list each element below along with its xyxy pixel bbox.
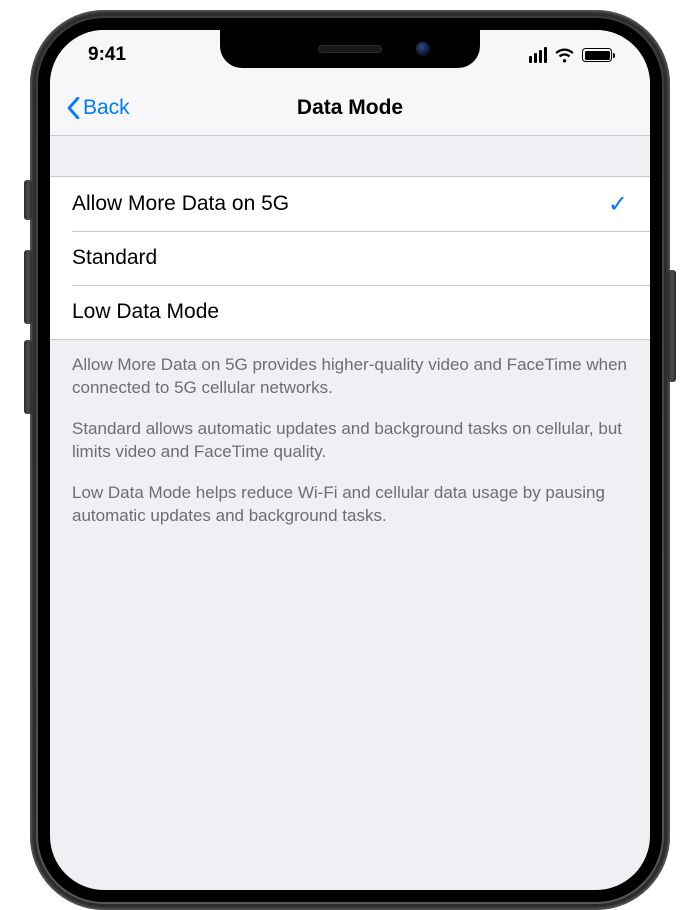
volume-up-button bbox=[24, 250, 32, 324]
option-label: Low Data Mode bbox=[72, 300, 219, 324]
back-button[interactable]: Back bbox=[50, 96, 130, 120]
cellular-signal-icon bbox=[529, 47, 548, 63]
option-label: Allow More Data on 5G bbox=[72, 192, 289, 216]
volume-down-button bbox=[24, 340, 32, 414]
back-label: Back bbox=[83, 96, 130, 120]
screen: 9:41 Bac bbox=[50, 30, 650, 890]
earpiece-speaker bbox=[318, 45, 382, 53]
mute-switch bbox=[24, 180, 32, 220]
status-time: 9:41 bbox=[88, 44, 178, 66]
notch bbox=[220, 30, 480, 68]
page-title: Data Mode bbox=[50, 96, 650, 120]
chevron-left-icon bbox=[66, 97, 81, 119]
checkmark-icon: ✓ bbox=[608, 190, 628, 219]
footer-paragraph: Standard allows automatic updates and ba… bbox=[72, 418, 628, 464]
option-label: Standard bbox=[72, 246, 157, 270]
section-footer-text: Allow More Data on 5G provides higher-qu… bbox=[50, 340, 650, 528]
navigation-bar: Back Data Mode bbox=[50, 80, 650, 136]
option-standard[interactable]: Standard bbox=[50, 231, 650, 285]
power-button bbox=[668, 270, 676, 382]
phone-device-frame: 9:41 Bac bbox=[30, 10, 670, 910]
wifi-icon bbox=[554, 48, 575, 63]
data-mode-options: Allow More Data on 5G ✓ Standard Low Dat… bbox=[50, 176, 650, 340]
footer-paragraph: Allow More Data on 5G provides higher-qu… bbox=[72, 354, 628, 400]
option-low-data-mode[interactable]: Low Data Mode bbox=[50, 285, 650, 339]
section-spacer bbox=[50, 136, 650, 176]
front-camera bbox=[416, 42, 430, 56]
status-icons bbox=[529, 47, 613, 63]
battery-icon bbox=[582, 48, 612, 62]
footer-paragraph: Low Data Mode helps reduce Wi-Fi and cel… bbox=[72, 482, 628, 528]
option-allow-more-data-5g[interactable]: Allow More Data on 5G ✓ bbox=[50, 177, 650, 231]
